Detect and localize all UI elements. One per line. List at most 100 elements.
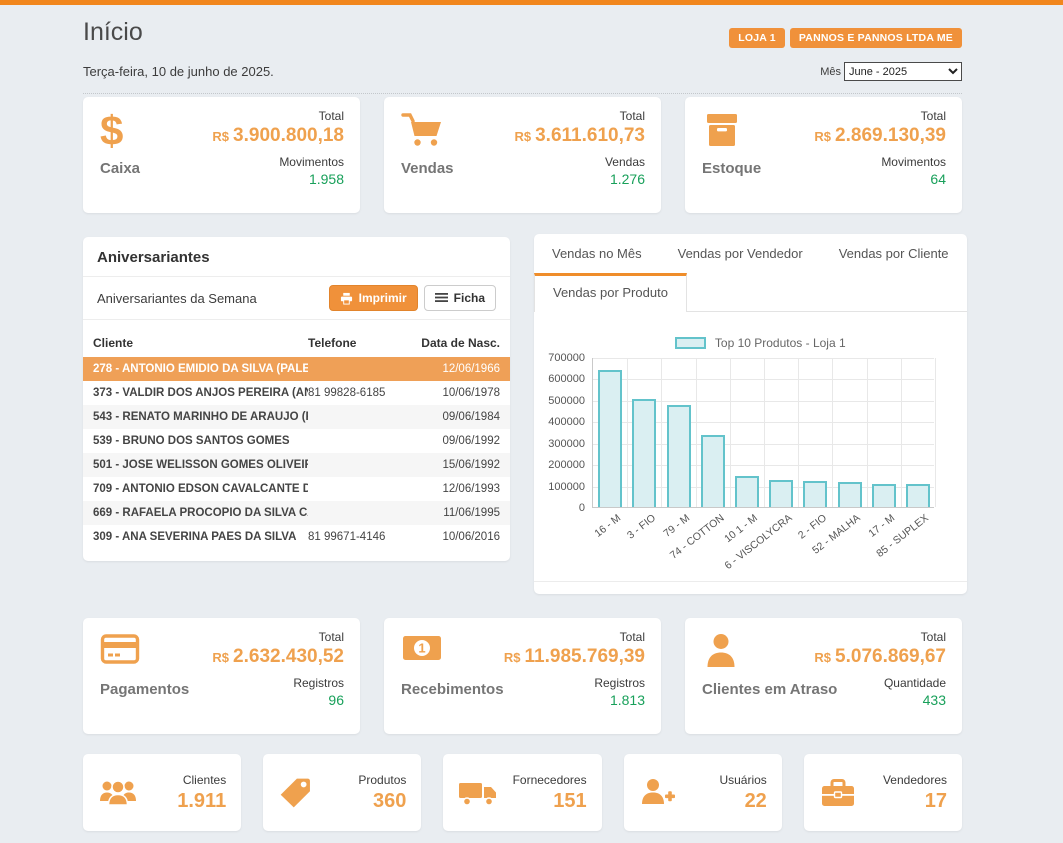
card-vendas-label: Vendas [401,160,454,177]
birthday-row[interactable]: 278 - ANTONIO EMIDIO DA SILVA (PALE...12… [83,357,510,381]
y-tick-label: 100000 [548,481,585,493]
chart-y-axis: 0100000200000300000400000500000600000700… [546,358,592,508]
mini-card-produtos: Produtos 360 [263,754,421,831]
mini-label: Fornecedores [513,773,587,787]
birthday-row[interactable]: 309 - ANA SEVERINA PAES DA SILVA81 99671… [83,525,510,549]
chart-plot-area [592,358,934,508]
chart-panel-footer [534,581,967,594]
birthday-row[interactable]: 539 - BRUNO DOS SANTOS GOMES09/06/1992 [83,429,510,453]
x-tick-label: 16 - M [593,512,624,540]
y-tick-label: 700000 [548,352,585,364]
total-value: R$2.632.430,52 [212,646,344,668]
count-value: 64 [814,171,946,187]
birthday-row[interactable]: 543 - RENATO MARINHO DE ARAUJO (F...09/0… [83,405,510,429]
birthdays-table: Cliente Telefone Data de Nasc. 278 - ANT… [83,330,510,549]
birthdays-table-header: Cliente Telefone Data de Nasc. [83,330,510,357]
total-label: Total [504,630,645,644]
header-chips: LOJA 1 PANNOS E PANNOS LTDA ME [729,18,962,48]
total-label: Total [514,109,645,123]
mini-value: 151 [513,790,587,813]
mini-card-fornecedores: Fornecedores 151 [443,754,601,831]
count-label: Registros [212,676,344,690]
chart-bar [906,484,930,507]
tab-vendas-por-produto[interactable]: Vendas por Produto [534,273,687,312]
current-date-text: Terça-feira, 10 de junho de 2025. [83,64,274,79]
y-tick-label: 500000 [548,395,585,407]
count-value: 1.276 [514,171,645,187]
tab-vendas-por-vendedor[interactable]: Vendas por Vendedor [660,234,821,273]
tab-vendas-no-mes[interactable]: Vendas no Mês [534,234,660,273]
cart-icon [401,111,443,149]
card-caixa-label: Caixa [100,160,140,177]
briefcase-icon [819,777,857,809]
user-plus-icon [639,777,677,809]
chart-legend: Top 10 Produtos - Loja 1 [576,336,945,350]
users-icon [98,777,138,809]
box-icon [702,111,742,149]
mini-value: 360 [358,790,406,813]
y-tick-label: 0 [579,502,585,514]
chart-bar [701,435,725,507]
x-tick-label: 3 - FIO [625,512,658,542]
y-tick-label: 400000 [548,416,585,428]
birthday-row[interactable]: 669 - RAFAELA PROCOPIO DA SILVA CA...11/… [83,501,510,525]
total-label: Total [212,109,344,123]
mini-label: Clientes [177,773,226,787]
mini-label: Usuários [719,773,766,787]
birthdays-table-body: 278 - ANTONIO EMIDIO DA SILVA (PALE...12… [83,357,510,549]
card-estoque-label: Estoque [702,160,761,177]
mini-card-clientes: Clientes 1.911 [83,754,241,831]
birthdays-title: Aniversariantes [83,237,510,277]
dollar-icon: $ [100,111,123,151]
total-value: R$3.611.610,73 [514,125,645,147]
print-button[interactable]: Imprimir [329,285,418,311]
total-value: R$5.076.869,67 [814,646,946,668]
count-label: Vendas [514,155,645,169]
card-recebimentos: 1 Recebimentos Total R$11.985.769,39 Reg… [384,618,661,734]
mini-value: 17 [883,790,947,813]
birthdays-panel: Aniversariantes Aniversariantes da Seman… [83,237,510,561]
person-icon [702,632,740,670]
company-button[interactable]: PANNOS E PANNOS LTDA ME [790,28,962,48]
count-value: 96 [212,692,344,708]
birthday-row[interactable]: 373 - VALDIR DOS ANJOS PEREIRA (AN...81 … [83,381,510,405]
total-label: Total [212,630,344,644]
mini-label: Produtos [358,773,406,787]
money-bill-icon: 1 [401,632,443,664]
truck-icon [458,777,498,809]
mini-label: Vendedores [883,773,947,787]
list-icon [435,293,448,304]
page-title: Início [83,18,143,47]
count-label: Registros [504,676,645,690]
total-value: R$3.900.800,18 [212,125,344,147]
birthdays-subtitle: Aniversariantes da Semana [97,291,257,306]
month-select[interactable]: June - 2025 [844,62,962,81]
y-tick-label: 600000 [548,373,585,385]
count-label: Movimentos [814,155,946,169]
chart-bar [769,480,793,507]
chart-bar [735,476,759,507]
chart-title: Top 10 Produtos - Loja 1 [715,336,846,350]
chart-bar [803,481,827,507]
mini-card-usuarios: Usuários 22 [624,754,782,831]
birthday-row[interactable]: 501 - JOSE WELISSON GOMES OLIVEIR...15/0… [83,453,510,477]
sales-chart-panel: Vendas no Mês Vendas por Vendedor Vendas… [534,234,967,594]
card-recebimentos-label: Recebimentos [401,681,504,698]
total-label: Total [814,630,946,644]
printer-icon [340,292,353,305]
month-label: Mês [820,66,841,78]
ficha-button[interactable]: Ficha [424,285,496,311]
chart-x-axis: 16 - M3 - FIO79 - M74 - COTTON10 1 - M6 … [592,508,945,566]
mini-value: 22 [719,790,766,813]
count-value: 1.958 [212,171,344,187]
count-value: 1.813 [504,692,645,708]
card-vendas: Vendas Total R$3.611.610,73 Vendas 1.276 [384,97,661,213]
mini-value: 1.911 [177,790,226,813]
chart-bar [667,405,691,507]
card-caixa: $ Caixa Total R$3.900.800,18 Movimentos … [83,97,360,213]
store-button[interactable]: LOJA 1 [729,28,785,48]
birthday-row[interactable]: 709 - ANTONIO EDSON CAVALCANTE D...12/06… [83,477,510,501]
svg-text:1: 1 [418,641,425,656]
y-tick-label: 300000 [548,438,585,450]
tab-vendas-por-cliente[interactable]: Vendas por Cliente [821,234,967,273]
